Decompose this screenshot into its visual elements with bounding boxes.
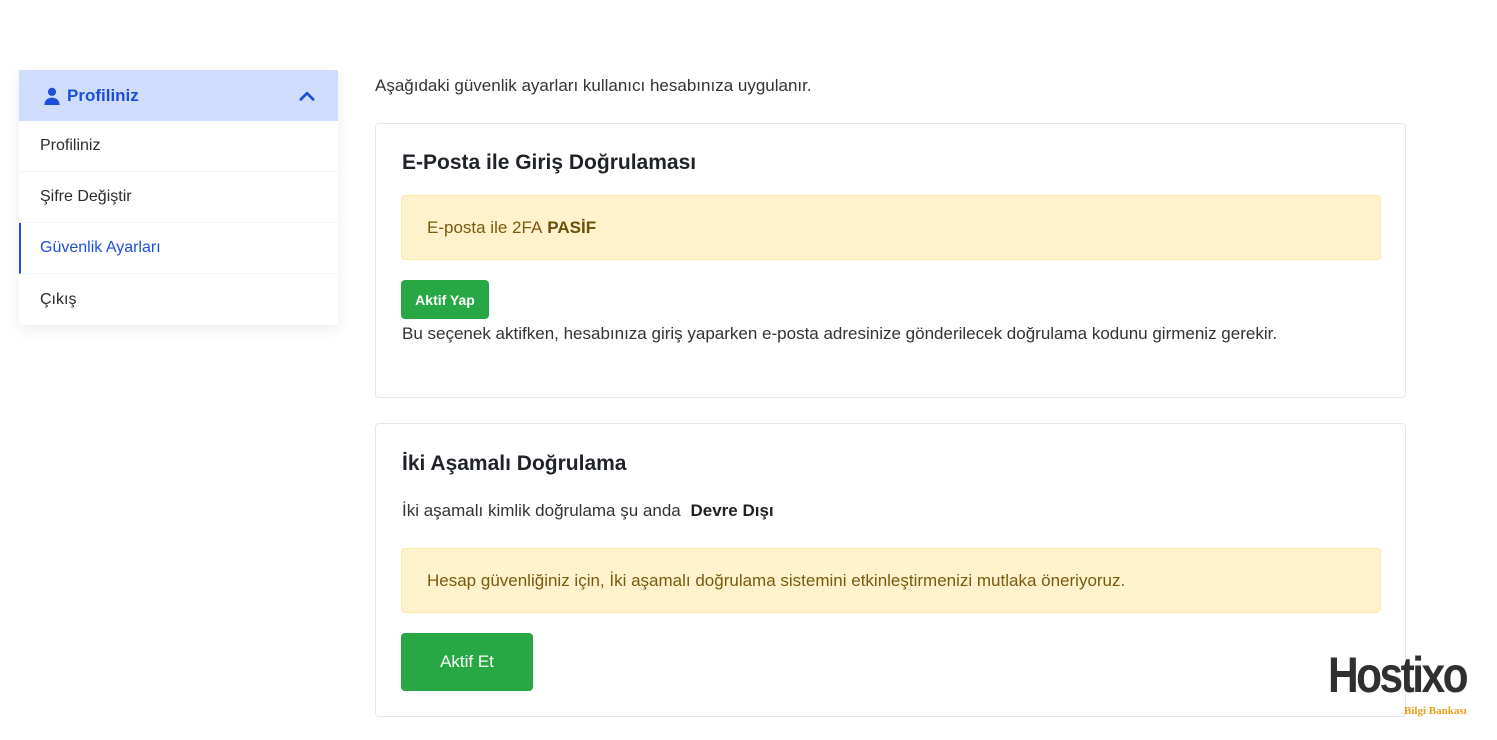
two-factor-recommend-alert: Hesap güvenliğiniz için, İki aşamalı doğ… xyxy=(401,548,1381,613)
email-2fa-description: Bu seçenek aktifken, hesabınıza giriş ya… xyxy=(402,324,1278,343)
email-2fa-status-badge: PASİF xyxy=(547,217,597,237)
activate-two-factor-button[interactable]: Aktif Et xyxy=(401,633,533,691)
sidebar-header-label: Profiliniz xyxy=(67,85,139,105)
two-factor-status-value: Devre Dışı xyxy=(690,501,774,520)
hostixo-logo: Hostixo Bilgi Bankası xyxy=(1328,645,1478,720)
chevron-up-icon[interactable] xyxy=(298,87,316,105)
logo-subtitle: Bilgi Bankası xyxy=(1404,705,1467,717)
two-factor-status: İki aşamalı kimlik doğrulama şu anda Dev… xyxy=(402,501,774,521)
email-2fa-alert-text: E-posta ile 2FA xyxy=(427,217,543,237)
sidebar-item-logout[interactable]: Çıkış xyxy=(19,274,338,325)
email-2fa-card: E-Posta ile Giriş Doğrulaması E-posta il… xyxy=(375,123,1406,398)
sidebar-item-change-password[interactable]: Şifre Değiştir xyxy=(19,172,338,223)
sidebar-menu: Profiliniz Profiliniz Şifre Değiştir Güv… xyxy=(19,70,338,325)
two-factor-card: İki Aşamalı Doğrulama İki aşamalı kimlik… xyxy=(375,423,1406,717)
two-factor-title: İki Aşamalı Doğrulama xyxy=(402,452,627,475)
intro-text: Aşağıdaki güvenlik ayarları kullanıcı he… xyxy=(375,76,812,95)
activate-email-2fa-button[interactable]: Aktif Yap xyxy=(401,280,489,319)
sidebar-item-profile[interactable]: Profiliniz xyxy=(19,121,338,172)
email-2fa-title: E-Posta ile Giriş Doğrulaması xyxy=(402,151,697,174)
two-factor-status-text: İki aşamalı kimlik doğrulama şu anda xyxy=(402,501,681,520)
sidebar-header-profile[interactable]: Profiliniz xyxy=(19,70,338,121)
two-factor-alert-text: Hesap güvenliğiniz için, İki aşamalı doğ… xyxy=(427,570,1126,590)
sidebar-item-security-settings[interactable]: Güvenlik Ayarları xyxy=(19,223,338,274)
user-icon xyxy=(43,87,61,105)
email-2fa-status-alert: E-posta ile 2FA PASİF xyxy=(401,195,1381,260)
logo-wordmark: Hostixo xyxy=(1328,647,1469,703)
